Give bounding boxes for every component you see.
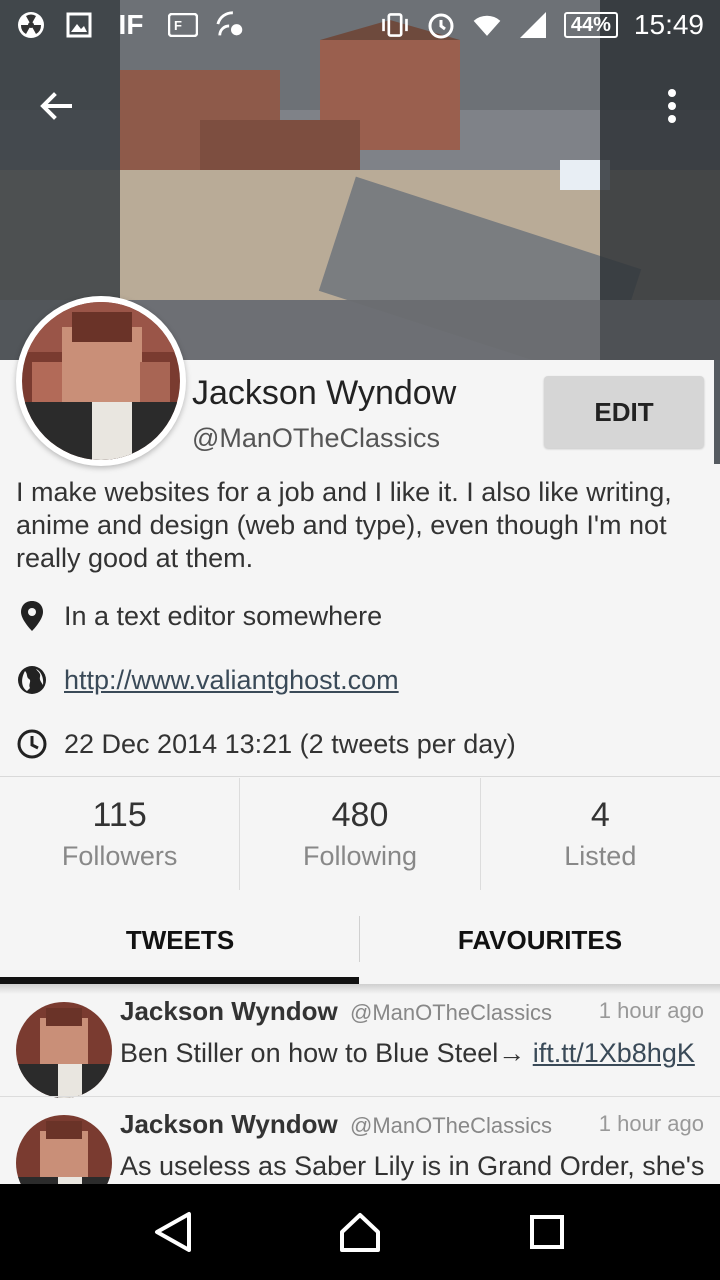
tweet-author-handle: @ManOTheClassics: [350, 1113, 553, 1138]
listed-count: 4: [590, 796, 610, 834]
globe-icon: [16, 664, 48, 696]
tweet-item[interactable]: Jackson Wyndow @ManOTheClassics 1 hour a…: [0, 1107, 720, 1184]
system-nav-bar: [0, 1184, 720, 1280]
profile-bio: I make websites for a job and I like it.…: [16, 477, 672, 573]
tweet-author-name: Jackson Wyndow: [120, 996, 338, 1026]
listed-stat[interactable]: 4 Listed: [481, 778, 720, 890]
image-icon: [64, 10, 94, 40]
profile-screen: IF F 44% 15:49 Jackson Wyndow @ManOTheCl…: [0, 0, 720, 1280]
profile-handle: @ManOTheClassics: [192, 423, 440, 453]
svg-text:F: F: [174, 18, 182, 33]
followers-label: Followers: [61, 841, 178, 871]
nav-home-icon: [339, 1213, 380, 1252]
tab-favourites[interactable]: FAVOURITES: [360, 896, 720, 984]
clock-icon: [16, 728, 48, 760]
active-tab-indicator: [0, 977, 359, 984]
tabs-shadow: [0, 984, 720, 994]
stats-row: 115 Followers 480 Following 4 Listed: [0, 778, 720, 890]
vibrate-icon: [380, 10, 410, 40]
nav-back-button[interactable]: [143, 1202, 203, 1262]
battery-indicator: 44%: [563, 12, 618, 38]
joined-text: 22 Dec 2014 13:21 (2 tweets per day): [64, 728, 516, 759]
tweet-link[interactable]: ift.tt/1Xb8hgK: [533, 1038, 695, 1068]
back-button[interactable]: [32, 82, 80, 130]
profile-name: Jackson Wyndow: [192, 374, 457, 412]
following-count: 480: [331, 796, 389, 834]
location-pin-icon: [16, 600, 48, 632]
wifi-icon: [472, 10, 502, 40]
tweet-timestamp: 1 hour ago: [598, 998, 704, 1023]
nav-recents-icon: [529, 1215, 564, 1249]
followers-stat[interactable]: 115 Followers: [0, 778, 241, 890]
tab-tweets[interactable]: TWEETS: [0, 896, 360, 984]
nav-home-button[interactable]: [330, 1202, 390, 1262]
profile-avatar[interactable]: [16, 296, 186, 466]
clock: 15:49: [633, 9, 704, 40]
cast-icon: [216, 10, 246, 40]
radiation-icon: [16, 10, 46, 40]
more-vert-icon: [668, 89, 676, 123]
location-text: In a text editor somewhere: [64, 600, 383, 631]
profile-tabs: TWEETS FAVOURITES: [0, 896, 720, 984]
alarm-icon: [426, 10, 456, 40]
nav-recents-button[interactable]: [517, 1202, 577, 1262]
stats-divider: [0, 776, 720, 777]
followers-count: 115: [92, 796, 147, 834]
location-row: In a text editor somewhere: [16, 600, 382, 632]
website-link[interactable]: http://www.valiantghost.com: [64, 665, 399, 696]
scroll-edge-indicator: [714, 360, 720, 464]
tweet-avatar[interactable]: [16, 1115, 112, 1184]
signal-icon: [518, 10, 548, 40]
avatar: [22, 302, 180, 460]
feedly-icon: F: [168, 10, 198, 40]
tweet-divider: [0, 1096, 720, 1097]
listed-label: Listed: [564, 841, 637, 871]
edit-profile-button[interactable]: EDIT: [544, 376, 704, 448]
tweet-item[interactable]: Jackson Wyndow @ManOTheClassics 1 hour a…: [0, 994, 720, 1106]
website-row: http://www.valiantghost.com: [16, 664, 399, 696]
tweet-body: Ben Stiller on how to Blue Steel→: [120, 1038, 533, 1068]
tweet-text: As useless as Saber Lily is in Grand Ord…: [120, 1151, 705, 1181]
status-bar: IF F 44% 15:49: [0, 0, 720, 50]
tweet-author-name: Jackson Wyndow: [120, 1109, 338, 1139]
if-icon: IF: [118, 9, 144, 40]
tweet-timestamp: 1 hour ago: [598, 1111, 704, 1136]
following-stat[interactable]: 480 Following: [240, 778, 481, 890]
following-label: Following: [302, 841, 418, 871]
tab-separator: [359, 916, 360, 962]
tweet-author-handle: @ManOTheClassics: [350, 1000, 553, 1025]
nav-back-icon: [155, 1212, 192, 1252]
overflow-menu-button[interactable]: [648, 82, 696, 130]
tweet-text: Ben Stiller on how to Blue Steel→ ift.tt…: [120, 1038, 710, 1069]
tweet-avatar[interactable]: [16, 1002, 112, 1098]
joined-row: 22 Dec 2014 13:21 (2 tweets per day): [16, 728, 516, 760]
arrow-left-icon: [40, 92, 72, 120]
